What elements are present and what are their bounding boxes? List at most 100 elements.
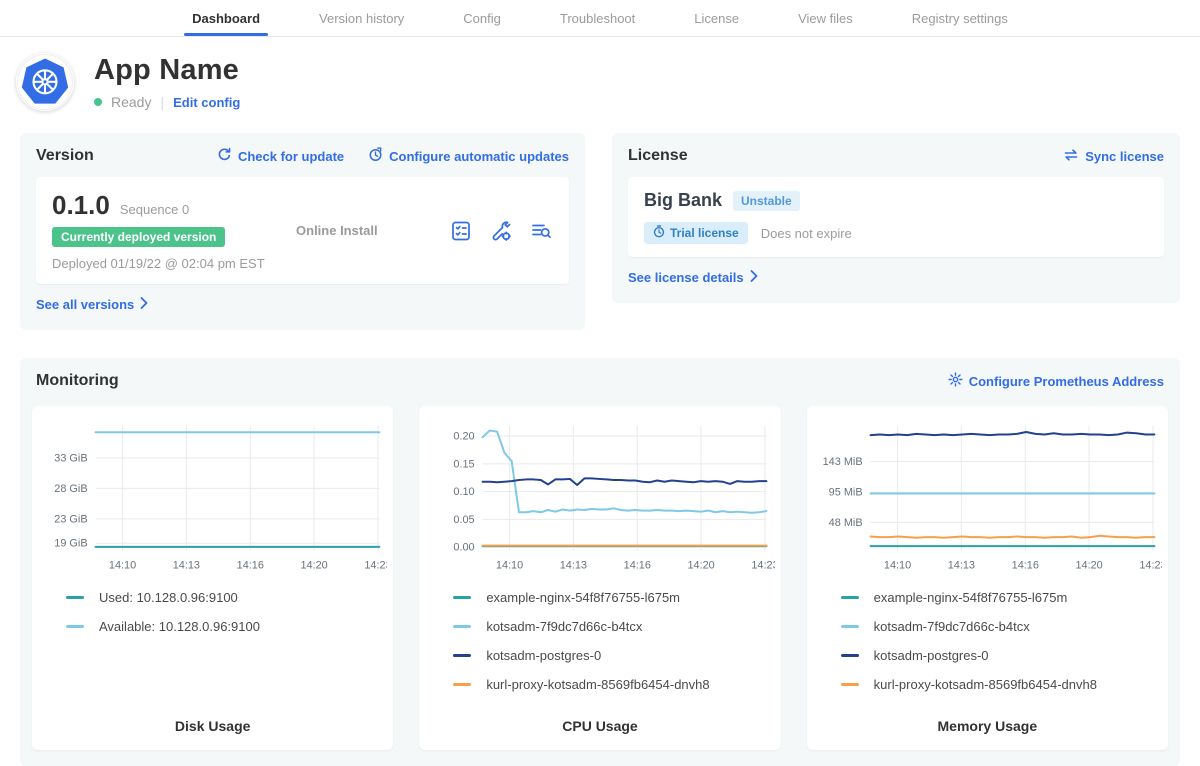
schedule-clock-icon — [368, 147, 383, 165]
trial-license-badge: Trial license — [644, 222, 748, 244]
charts-row: 19 GiB23 GiB28 GiB33 GiB14:1014:1314:161… — [32, 406, 1168, 750]
memory-usage-legend: example-nginx-54f8f76755-l675m kotsadm-7f… — [813, 590, 1162, 692]
legend-label: kurl-proxy-kotsadm-8569fb6454-dnvh8 — [486, 677, 709, 692]
svg-text:33 GiB: 33 GiB — [54, 452, 87, 464]
edit-config-link[interactable]: Edit config — [173, 95, 240, 110]
svg-text:14:20: 14:20 — [300, 559, 327, 571]
legend-swatch — [841, 654, 859, 657]
expiry-label: Does not expire — [761, 226, 852, 241]
see-license-details-link[interactable]: See license details — [628, 270, 758, 285]
legend-item: example-nginx-54f8f76755-l675m — [453, 590, 774, 605]
legend-label: example-nginx-54f8f76755-l675m — [874, 590, 1068, 605]
see-license-details-label: See license details — [628, 270, 744, 285]
svg-text:14:20: 14:20 — [688, 559, 715, 571]
svg-text:143 MiB: 143 MiB — [822, 456, 862, 468]
svg-text:14:16: 14:16 — [1011, 559, 1038, 571]
legend-swatch — [841, 683, 859, 686]
svg-text:14:16: 14:16 — [624, 559, 651, 571]
deployed-timestamp: Deployed 01/19/22 @ 02:04 pm EST — [52, 256, 265, 271]
svg-text:14:13: 14:13 — [560, 559, 587, 571]
tab-license[interactable]: License — [692, 0, 741, 36]
disk-usage-chart: 19 GiB23 GiB28 GiB33 GiB14:1014:1314:161… — [38, 416, 387, 576]
tab-view-files[interactable]: View files — [796, 0, 855, 36]
license-card: License Sync license Big Bank Unstable T… — [612, 133, 1180, 303]
legend-item: kotsadm-postgres-0 — [841, 648, 1162, 663]
tab-dashboard[interactable]: Dashboard — [190, 0, 262, 36]
legend-item: kurl-proxy-kotsadm-8569fb6454-dnvh8 — [453, 677, 774, 692]
sync-license-button[interactable]: Sync license — [1063, 148, 1164, 165]
legend-item: kurl-proxy-kotsadm-8569fb6454-dnvh8 — [841, 677, 1162, 692]
svg-text:19 GiB: 19 GiB — [54, 538, 87, 550]
cpu-usage-chart: 0.000.050.100.150.2014:1014:1314:1614:20… — [425, 416, 774, 576]
current-version-row: 0.1.0 Sequence 0 Currently deployed vers… — [36, 177, 569, 284]
license-card-title: License — [628, 147, 688, 165]
svg-text:0.10: 0.10 — [454, 486, 475, 498]
svg-text:14:13: 14:13 — [947, 559, 974, 571]
app-header-text: App Name Ready | Edit config — [94, 54, 240, 110]
channel-badge: Unstable — [733, 191, 800, 211]
svg-text:95 MiB: 95 MiB — [828, 487, 862, 499]
cpu-usage-legend: example-nginx-54f8f76755-l675m kotsadm-7f… — [425, 590, 774, 692]
legend-label: kotsadm-7f9dc7d66c-b4tcx — [486, 619, 642, 634]
configure-prometheus-button[interactable]: Configure Prometheus Address — [948, 372, 1164, 390]
sync-license-label: Sync license — [1085, 149, 1164, 164]
tab-version-history[interactable]: Version history — [317, 0, 406, 36]
svg-text:0.20: 0.20 — [454, 431, 475, 443]
svg-text:23 GiB: 23 GiB — [54, 513, 87, 525]
license-details-row: Big Bank Unstable Trial license Does not… — [628, 177, 1164, 257]
customer-name: Big Bank — [644, 190, 722, 211]
sequence-label: Sequence 0 — [120, 202, 189, 217]
svg-text:14:13: 14:13 — [173, 559, 200, 571]
chevron-right-icon — [140, 297, 148, 312]
svg-text:14:23: 14:23 — [752, 559, 775, 571]
legend-swatch — [841, 596, 859, 599]
stopwatch-icon — [653, 225, 665, 241]
check-for-update-label: Check for update — [238, 149, 344, 164]
disk-usage-legend: Used: 10.128.0.96:9100 Available: 10.128.… — [38, 590, 387, 634]
svg-text:14:20: 14:20 — [1075, 559, 1102, 571]
svg-text:0.00: 0.00 — [454, 542, 475, 554]
configure-automatic-updates-button[interactable]: Configure automatic updates — [368, 147, 569, 165]
legend-swatch — [453, 596, 471, 599]
disk-usage-chart-card: 19 GiB23 GiB28 GiB33 GiB14:1014:1314:161… — [32, 406, 393, 750]
top-nav: Dashboard Version history Config Trouble… — [0, 0, 1200, 37]
memory-usage-chart: 48 MiB95 MiB143 MiB14:1014:1314:1614:201… — [813, 416, 1162, 576]
svg-text:14:23: 14:23 — [364, 559, 387, 571]
legend-label: Available: 10.128.0.96:9100 — [99, 619, 260, 634]
check-for-update-button[interactable]: Check for update — [217, 147, 344, 165]
monitoring-title: Monitoring — [36, 372, 119, 390]
memory-usage-chart-card: 48 MiB95 MiB143 MiB14:1014:1314:1614:201… — [807, 406, 1168, 750]
svg-text:14:10: 14:10 — [496, 559, 523, 571]
svg-text:14:10: 14:10 — [109, 559, 136, 571]
version-card-title: Version — [36, 147, 94, 165]
tab-config[interactable]: Config — [461, 0, 503, 36]
divider: | — [160, 94, 164, 110]
legend-swatch — [841, 625, 859, 628]
deploy-logs-icon[interactable] — [529, 219, 553, 243]
legend-swatch — [453, 683, 471, 686]
tab-troubleshoot[interactable]: Troubleshoot — [558, 0, 637, 36]
legend-item: kotsadm-7f9dc7d66c-b4tcx — [841, 619, 1162, 634]
configure-prometheus-label: Configure Prometheus Address — [969, 374, 1164, 389]
preflight-checks-icon[interactable] — [449, 219, 473, 243]
svg-text:48 MiB: 48 MiB — [828, 517, 862, 529]
see-all-versions-link[interactable]: See all versions — [36, 297, 148, 312]
legend-item: Used: 10.128.0.96:9100 — [66, 590, 387, 605]
gear-icon — [948, 372, 963, 390]
svg-text:14:10: 14:10 — [884, 559, 911, 571]
svg-text:0.15: 0.15 — [454, 458, 475, 470]
legend-item: kotsadm-postgres-0 — [453, 648, 774, 663]
tab-registry-settings[interactable]: Registry settings — [910, 0, 1010, 36]
install-type-label: Online Install — [296, 223, 378, 238]
svg-text:14:16: 14:16 — [237, 559, 264, 571]
version-card: Version Check for update Configure autom… — [20, 133, 585, 330]
status-dot-icon — [94, 98, 102, 106]
legend-swatch — [66, 596, 84, 599]
app-header: App Name Ready | Edit config — [0, 37, 1200, 121]
config-tools-icon[interactable] — [489, 219, 513, 243]
sync-arrows-icon — [1063, 148, 1079, 165]
legend-label: kurl-proxy-kotsadm-8569fb6454-dnvh8 — [874, 677, 1097, 692]
app-status-row: Ready | Edit config — [94, 94, 240, 110]
chart-title: CPU Usage — [425, 692, 774, 734]
refresh-icon — [217, 147, 232, 165]
